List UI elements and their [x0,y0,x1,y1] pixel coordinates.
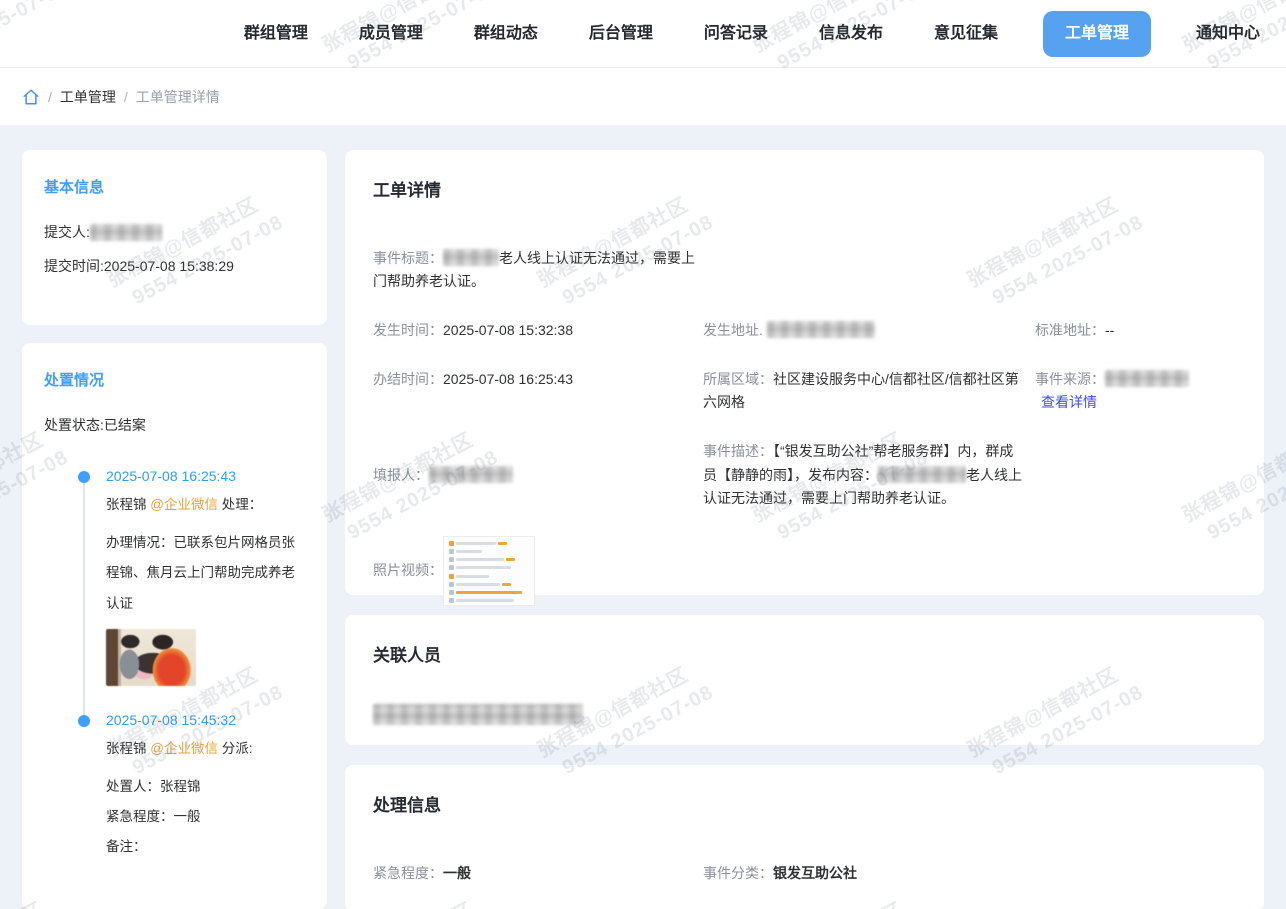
disposal-card: 处置情况 处置状态:已结案 2025-07-08 16:25:43 张程锦 @企… [22,343,327,909]
home-icon[interactable] [22,88,40,106]
event-category-field: 事件分类：银发互助公社 [703,862,1035,885]
event-title-label: 事件标题： [373,250,443,266]
processing-info-card: 处理信息 紧急程度：一般 事件分类：银发互助公社 [345,765,1264,909]
disposal-timeline: 2025-07-08 16:25:43 张程锦 @企业微信 处理： 办理情况：已… [84,468,305,888]
finish-time-field: 办结时间：2025-07-08 16:25:43 [373,368,703,391]
breadcrumb-separator: / [124,89,128,105]
submit-time-label: 提交时间: [44,249,104,283]
nav-item-member-management[interactable]: 成员管理 [359,26,423,42]
processing-info-title: 处理信息 [373,791,1236,816]
basic-info-title: 基本信息 [44,176,305,197]
disposal-status-row: 处置状态:已结案 [44,408,305,442]
standard-address-field: 标准地址：-- [1035,319,1236,342]
breadcrumb-work-order-detail: 工单管理详情 [136,87,220,107]
disposal-status-value: 已结案 [104,408,146,442]
wecom-mention-link[interactable]: @企业微信 [150,741,218,756]
nav-item-info-publish[interactable]: 信息发布 [819,26,883,42]
timeline-actor-row: 张程锦 @企业微信 处理： [106,494,305,516]
nav-item-qa-records[interactable]: 问答记录 [704,26,768,42]
event-title-redacted [443,249,499,266]
related-people-card: 关联人员 [345,615,1264,745]
main-nav: 群组管理 成员管理 群组动态 后台管理 问答记录 信息发布 意见征集 工单管理 … [244,26,1260,42]
timeline-photo-thumbnail[interactable] [106,629,196,686]
standard-address-value: -- [1105,322,1114,338]
breadcrumb: / 工单管理 / 工单管理详情 [0,68,1286,125]
event-description-field: 事件描述：【“银发互助公社”帮老服务群】内，群成员【静静的雨】，发布内容：老人线… [703,440,1025,509]
event-description-redacted [878,466,966,483]
event-category-value: 银发互助公社 [773,865,857,881]
disposal-title: 处置情况 [44,369,305,390]
timeline-item: 2025-07-08 15:45:32 张程锦 @企业微信 分派: 处置人：张程… [84,712,305,889]
occur-time-value: 2025-07-08 15:32:38 [443,322,573,338]
timeline-time: 2025-07-08 15:45:32 [106,712,305,728]
work-order-detail-title: 工单详情 [373,176,1236,201]
timeline-time: 2025-07-08 16:25:43 [106,468,305,484]
submit-time-row: 提交时间:2025-07-08 15:38:29 [44,249,305,283]
occur-time-field: 发生时间：2025-07-08 15:32:38 [373,319,703,342]
timeline-dot-icon [78,471,90,483]
reporter-field: 填报人： [373,464,703,487]
left-sidebar: 基本信息 提交人: 提交时间:2025-07-08 15:38:29 处置情况 … [22,150,327,909]
event-source-field: 事件来源：查看详情 [1035,368,1236,414]
wecom-mention-link[interactable]: @企业微信 [150,497,218,512]
view-detail-link[interactable]: 查看详情 [1041,394,1097,410]
timeline-line-handler: 处置人：张程锦 [106,772,305,802]
related-people-row [373,704,1236,727]
nav-item-notification-center[interactable]: 通知中心 [1196,26,1260,42]
work-order-detail-card: 工单详情 事件标题：老人线上认证无法通过，需要上门帮助养老认证。 发生时间：20… [345,150,1264,595]
nav-item-group-activity[interactable]: 群组动态 [474,26,538,42]
submitter-label: 提交人: [44,215,90,249]
breadcrumb-separator: / [48,89,52,105]
finish-time-value: 2025-07-08 16:25:43 [443,371,573,387]
urgency-field: 紧急程度：一般 [373,862,703,885]
basic-info-card: 基本信息 提交人: 提交时间:2025-07-08 15:38:29 [22,150,327,325]
top-navigation-bar: 群组管理 成员管理 群组动态 后台管理 问答记录 信息发布 意见征集 工单管理 … [0,0,1286,68]
event-source-redacted [1105,370,1189,387]
submitter-row: 提交人: [44,215,305,249]
timeline-actor-row: 张程锦 @企业微信 分派: [106,738,305,760]
timeline-line-remark: 备注： [106,832,305,862]
urgency-value: 一般 [443,865,471,881]
occur-address-redacted [767,321,875,338]
photo-video-field: 照片视频： [373,536,1236,606]
nav-item-backend-management[interactable]: 后台管理 [589,26,653,42]
page-content: 基本信息 提交人: 提交时间:2025-07-08 15:38:29 处置情况 … [0,125,1286,909]
region-field: 所属区域：社区建设服务中心/信都社区/信都社区第六网格 [703,368,1025,414]
event-title-field: 事件标题：老人线上认证无法通过，需要上门帮助养老认证。 [373,247,695,293]
nav-item-opinion-collection[interactable]: 意见征集 [934,26,998,42]
timeline-dot-icon [78,715,90,727]
submitter-redacted-value [90,224,162,241]
related-people-redacted [373,704,583,725]
timeline-detail: 办理情况：已联系包片网格员张程锦、焦月云上门帮助完成养老认证 [106,528,305,619]
related-people-title: 关联人员 [373,641,1236,666]
disposal-status-label: 处置状态: [44,408,104,442]
photo-video-thumbnail[interactable] [443,536,535,606]
main-column: 工单详情 事件标题：老人线上认证无法通过，需要上门帮助养老认证。 发生时间：20… [345,150,1264,909]
nav-item-work-order-management[interactable]: 工单管理 [1043,11,1151,57]
timeline-item: 2025-07-08 16:25:43 张程锦 @企业微信 处理： 办理情况：已… [84,468,305,712]
occur-address-field: 发生地址. [703,319,1035,342]
reporter-redacted [429,466,513,483]
timeline-line-urgency: 紧急程度：一般 [106,802,305,832]
submit-time-value: 2025-07-08 15:38:29 [104,249,234,283]
breadcrumb-work-order[interactable]: 工单管理 [60,87,116,107]
nav-item-group-management[interactable]: 群组管理 [244,26,308,42]
